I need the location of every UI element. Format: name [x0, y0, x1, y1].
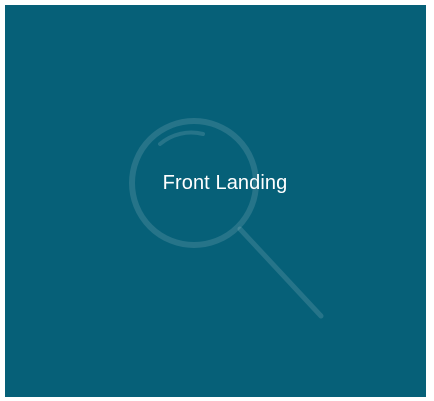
tile-label: Front Landing: [162, 172, 288, 194]
front-landing-tile[interactable]: Front Landing: [5, 5, 426, 397]
search-icon: [129, 118, 324, 319]
